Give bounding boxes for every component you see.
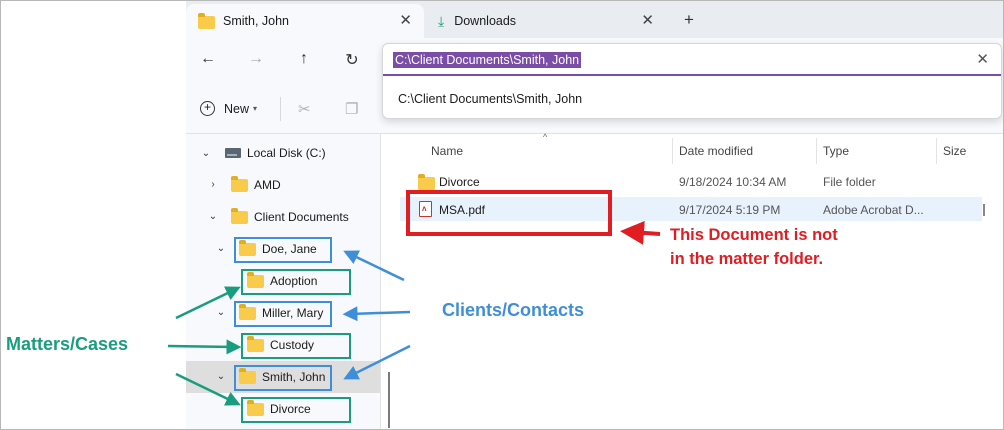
- column-divider[interactable]: [936, 138, 937, 164]
- file-name: Divorce: [439, 175, 480, 189]
- forward-arrow-icon[interactable]: →: [244, 50, 268, 70]
- refresh-icon[interactable]: ↻: [340, 50, 364, 70]
- tab-label: Downloads: [454, 14, 517, 28]
- sidebar-scrollbar[interactable]: [388, 372, 390, 428]
- file-date: 9/18/2024 10:34 AM: [679, 175, 787, 189]
- client-highlight-box: [234, 237, 332, 263]
- matter-highlight-box: [241, 269, 351, 295]
- plus-icon: +: [200, 101, 215, 116]
- column-header-size[interactable]: Size: [943, 144, 966, 158]
- file-type: File folder: [823, 175, 876, 189]
- address-dropdown: C:\Client Documents\Smith, John ✕ C:\Cli…: [382, 43, 1002, 119]
- download-icon: ⤓: [438, 12, 445, 29]
- sidebar-item-local-disk[interactable]: Local Disk (C:): [225, 143, 326, 163]
- address-input[interactable]: C:\Client Documents\Smith, John ✕: [383, 44, 1001, 76]
- column-header-name[interactable]: Name: [431, 144, 463, 158]
- drive-icon: [225, 148, 241, 158]
- folder-icon: [198, 13, 215, 29]
- up-arrow-icon[interactable]: ↑: [292, 50, 316, 70]
- new-label: New: [224, 101, 250, 116]
- pane-divider: [380, 134, 381, 430]
- copy-icon[interactable]: ❐: [345, 100, 358, 118]
- folder-icon: [418, 174, 435, 190]
- file-type: Adobe Acrobat D...: [823, 203, 924, 217]
- close-tab-icon[interactable]: ✕: [399, 11, 412, 29]
- matters-annotation: Matters/Cases: [6, 334, 129, 354]
- chevron-down-icon[interactable]: ⌄: [216, 371, 226, 382]
- close-tab-icon[interactable]: ✕: [641, 11, 654, 29]
- sidebar-item-label: Local Disk (C:): [247, 146, 326, 160]
- clients-annotation: Clients/Contacts: [442, 300, 585, 320]
- chevron-right-icon[interactable]: ›: [208, 179, 218, 190]
- row-scroll-indicator: [983, 204, 985, 216]
- clear-icon[interactable]: ✕: [976, 50, 989, 68]
- chevron-down-icon[interactable]: ⌄: [216, 307, 226, 318]
- matter-highlight-box: [241, 397, 351, 423]
- sidebar-item-label: Client Documents: [254, 210, 349, 224]
- column-divider[interactable]: [672, 138, 673, 164]
- client-highlight-box: [234, 301, 332, 327]
- matter-highlight-box: [241, 333, 351, 359]
- tab-label: Smith, John: [223, 14, 290, 28]
- client-highlight-box: [234, 365, 332, 391]
- cut-icon[interactable]: ✂: [298, 100, 311, 118]
- back-arrow-icon[interactable]: ←: [196, 50, 220, 70]
- sort-caret-icon: ^: [543, 132, 548, 142]
- tab-smith-john[interactable]: Smith, John ✕: [186, 4, 424, 38]
- column-header-date[interactable]: Date modified: [679, 144, 753, 158]
- pdf-highlight-box: [406, 190, 612, 236]
- chevron-down-icon[interactable]: ⌄: [201, 148, 211, 159]
- sidebar-item-client-documents[interactable]: Client Documents: [231, 207, 349, 227]
- sidebar-item-amd[interactable]: AMD: [231, 175, 281, 195]
- new-button[interactable]: + New ▾: [200, 101, 257, 116]
- address-text: C:\Client Documents\Smith, John: [393, 52, 582, 68]
- folder-icon: [231, 175, 248, 192]
- warning-annotation-line2: in the matter folder.: [670, 250, 824, 268]
- folder-icon: [231, 207, 248, 224]
- column-divider[interactable]: [816, 138, 817, 164]
- chevron-down-icon[interactable]: ⌄: [208, 211, 218, 222]
- toolbar-divider: [280, 97, 281, 121]
- sidebar-item-label: AMD: [254, 178, 281, 192]
- chevron-down-icon: ▾: [253, 104, 258, 113]
- address-suggestion[interactable]: C:\Client Documents\Smith, John: [398, 92, 582, 106]
- chevron-down-icon[interactable]: ⌄: [216, 243, 226, 254]
- column-header-type[interactable]: Type: [823, 144, 849, 158]
- new-tab-icon[interactable]: +: [684, 10, 694, 30]
- tab-downloads[interactable]: ⤓ Downloads ✕: [428, 4, 666, 38]
- file-date: 9/17/2024 5:19 PM: [679, 203, 781, 217]
- warning-annotation-line1: This Document is not: [670, 226, 838, 244]
